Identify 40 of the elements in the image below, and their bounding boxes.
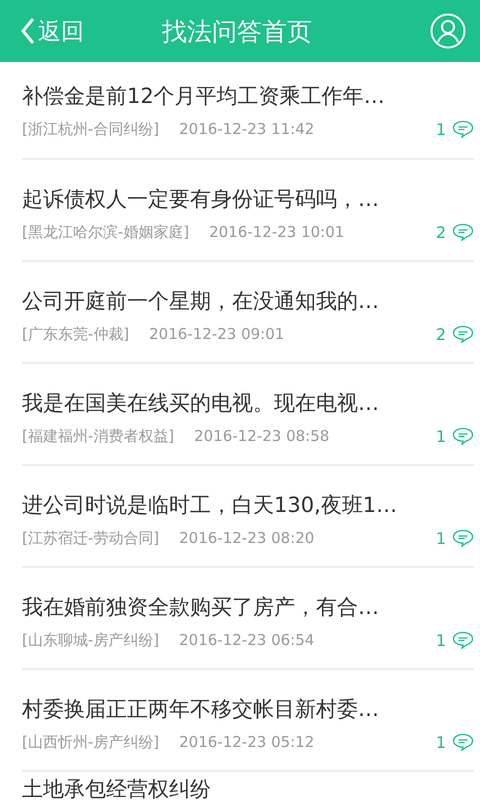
question-category: [黑龙江哈尔滨-婚姻家庭] bbox=[22, 222, 190, 242]
answer-count: 2 bbox=[436, 324, 446, 344]
comment-icon bbox=[452, 427, 474, 445]
answer-count: 1 bbox=[436, 426, 446, 446]
question-title[interactable]: 进公司时说是临时工，白天130,夜班1… bbox=[22, 490, 474, 518]
question-time: 2016-12-23 05:12 bbox=[179, 733, 316, 751]
comment-icon bbox=[452, 223, 474, 241]
user-button[interactable] bbox=[430, 13, 466, 49]
answer-count: 1 bbox=[436, 630, 446, 650]
question-title[interactable]: 我在婚前独资全款购买了房产，有合… bbox=[22, 592, 474, 620]
question-title[interactable]: 土地承包经营权纠纷 bbox=[22, 775, 474, 800]
user-icon bbox=[430, 13, 466, 49]
question-category: [山西忻州-房产纠纷] bbox=[22, 732, 160, 752]
question-category: [福建福州-消费者权益] bbox=[22, 426, 174, 446]
question-category: [山东聊城-房产纠纷] bbox=[22, 630, 160, 650]
answer-count: 1 bbox=[436, 732, 446, 752]
comment-icon bbox=[452, 529, 474, 547]
answer-count: 1 bbox=[436, 528, 446, 548]
question-category: [浙江杭州-合同纠纷] bbox=[22, 120, 160, 138]
question-time: 2016-12-23 09:01 bbox=[149, 325, 286, 343]
question-category: [广东东莞-仲裁] bbox=[22, 324, 130, 344]
question-category: [江苏宿迁-劳动合同] bbox=[22, 528, 160, 548]
question-title[interactable]: 起诉债权人一定要有身份证号码吗，… bbox=[22, 184, 474, 212]
question-title[interactable]: 公司开庭前一个星期，在没通知我的… bbox=[22, 286, 474, 314]
comment-icon bbox=[452, 733, 474, 751]
question-time: 2016-12-23 10:01 bbox=[209, 223, 346, 241]
question-title[interactable]: 我是在国美在线买的电视。现在电视… bbox=[22, 388, 474, 416]
comment-icon bbox=[452, 120, 474, 138]
question-time: 2016-12-23 11:42 bbox=[179, 120, 316, 138]
comment-icon bbox=[452, 325, 474, 343]
question-time: 2016-12-23 06:54 bbox=[179, 631, 316, 649]
comment-icon bbox=[452, 631, 474, 649]
page-title: 找法问答首页 bbox=[161, 16, 313, 48]
back-chevron-icon bbox=[20, 17, 36, 45]
question-time: 2016-12-23 08:20 bbox=[179, 529, 316, 547]
question-title[interactable]: 补偿金是前12个月平均工资乘工作年… bbox=[22, 82, 474, 110]
question-title[interactable]: 村委换届正正两年不移交帐目新村委… bbox=[22, 694, 474, 722]
question-time: 2016-12-23 08:58 bbox=[194, 427, 330, 445]
answer-count: 2 bbox=[436, 222, 446, 242]
answer-count: 1 bbox=[436, 120, 446, 138]
